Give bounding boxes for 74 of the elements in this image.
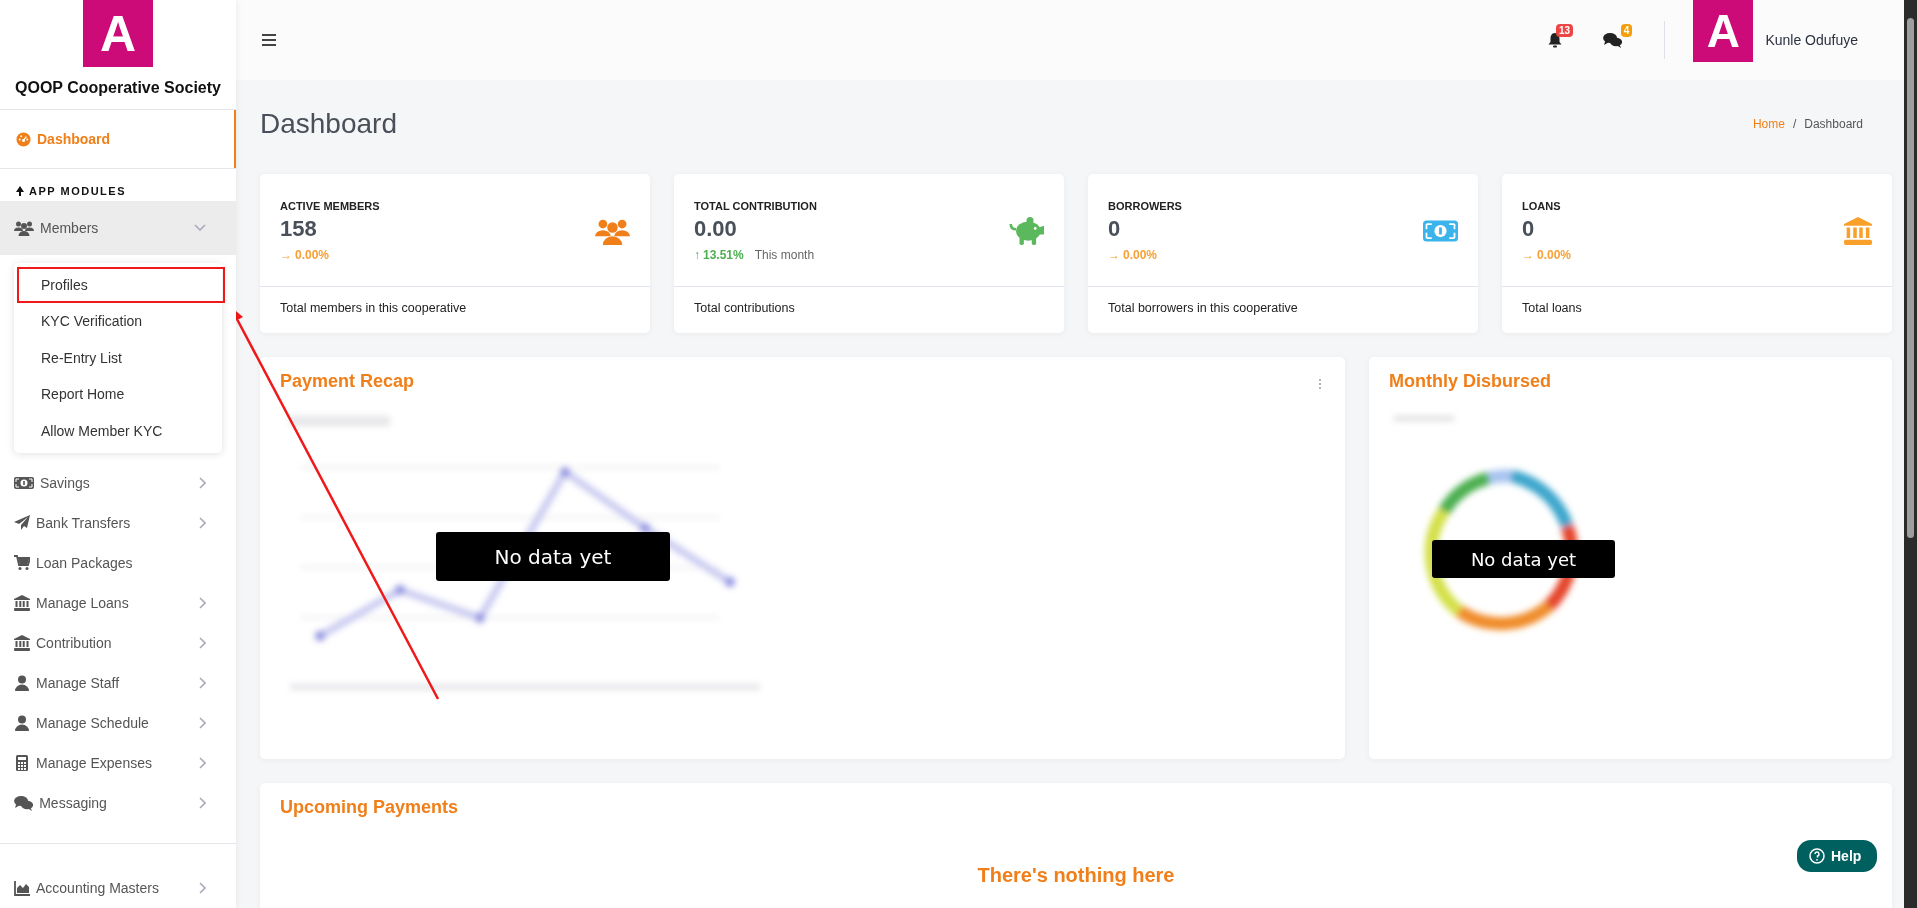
stat-value: 158 — [280, 216, 318, 242]
no-data-label: No data yet — [1432, 540, 1615, 578]
help-button[interactable]: Help — [1797, 840, 1878, 872]
menu-icon[interactable] — [262, 34, 276, 46]
sidebar-item[interactable]: Loan Packages — [0, 543, 236, 584]
bank-icon — [14, 635, 30, 652]
sidebar-item[interactable]: Accounting Masters — [0, 868, 236, 908]
bell-icon[interactable] — [1547, 32, 1564, 48]
change-percent: 13.51% — [703, 248, 744, 262]
change-percent: 0.00% — [1123, 248, 1158, 262]
sidebar-item[interactable]: Manage Loans — [0, 583, 236, 624]
cart-icon — [14, 555, 30, 572]
card-title: Payment Recap — [280, 371, 415, 392]
paper-plane-icon — [14, 515, 30, 532]
users-icon — [595, 217, 630, 245]
help-icon — [1809, 848, 1825, 864]
sidebar-item[interactable]: Messaging — [0, 783, 236, 823]
card-title: Upcoming Payments — [280, 797, 459, 818]
stat-description: Total contributions — [693, 300, 796, 317]
user-name[interactable]: Kunle Odufuye — [1765, 32, 1858, 48]
empty-state-title: There's nothing here — [976, 864, 1176, 887]
sidebar-item[interactable]: Savings — [0, 463, 236, 504]
sidebar-item[interactable]: Members — [0, 201, 236, 255]
section-heading: APP MODULES — [29, 185, 126, 197]
stat-description: Total members in this cooperative — [279, 300, 468, 317]
stat-label: TOTAL CONTRIBUTION — [694, 200, 818, 212]
breadcrumb-separator: / — [1792, 117, 1797, 131]
scrollbar[interactable] — [1904, 0, 1917, 908]
piggy-bank-icon — [1009, 217, 1044, 245]
calculator-icon — [14, 755, 30, 771]
stat-value: 0 — [1108, 216, 1122, 242]
trend-arrow: → — [280, 248, 292, 262]
sidebar-item[interactable]: Manage Schedule — [0, 703, 236, 744]
trend-arrow: → — [1108, 248, 1120, 262]
trend-arrow: → — [1522, 248, 1534, 262]
stat-label: LOANS — [1522, 200, 1562, 212]
area-chart-icon — [14, 880, 30, 896]
users-icon — [14, 219, 34, 236]
period-note: This month — [754, 248, 815, 262]
submenu-item[interactable]: KYC Verification — [17, 303, 225, 340]
submenu-item[interactable]: Profiles — [17, 266, 225, 304]
gauge-icon — [16, 131, 31, 147]
bank-icon — [14, 595, 30, 612]
user-icon — [14, 715, 30, 732]
change-percent: 0.00% — [1537, 248, 1572, 262]
stat-description: Total loans — [1521, 300, 1583, 317]
chat-icon — [14, 795, 34, 811]
bank-icon — [1844, 217, 1872, 245]
banknote-icon — [14, 475, 34, 492]
breadcrumb-item[interactable]: Dashboard — [1804, 117, 1863, 131]
submenu-item[interactable]: Report Home — [17, 376, 225, 413]
user-avatar[interactable]: A — [1693, 0, 1754, 62]
sidebar-item[interactable]: Manage Staff — [0, 663, 236, 704]
count-badge: 4 — [1620, 24, 1633, 37]
chat-icon — [1603, 32, 1623, 48]
stat-value: 0 — [1522, 216, 1536, 242]
logo: A — [83, 0, 153, 67]
stat-description: Total borrowers in this cooperative — [1107, 300, 1299, 317]
sidebar-item[interactable]: Contribution — [0, 623, 236, 664]
count-badge: 13 — [1556, 24, 1574, 37]
page-title: Dashboard — [260, 108, 398, 140]
stat-value: 0.00 — [694, 216, 738, 242]
card-title: Monthly Disbursed — [1389, 371, 1551, 392]
organization-name: QOOP Cooperative Society — [15, 79, 221, 97]
trend-arrow: ↑ — [694, 248, 700, 262]
no-data-label: No data yet — [436, 532, 670, 581]
sidebar-item[interactable]: Manage Expenses — [0, 743, 236, 783]
submenu-item[interactable]: Re-Entry List — [17, 339, 225, 377]
user-icon — [14, 675, 30, 692]
change-percent: 0.00% — [295, 248, 330, 262]
stat-label: ACTIVE MEMBERS — [280, 200, 381, 212]
sidebar-item[interactable]: Bank Transfers — [0, 503, 236, 544]
submenu-item[interactable]: Allow Member KYC — [17, 412, 225, 450]
stat-label: BORROWERS — [1108, 200, 1183, 212]
